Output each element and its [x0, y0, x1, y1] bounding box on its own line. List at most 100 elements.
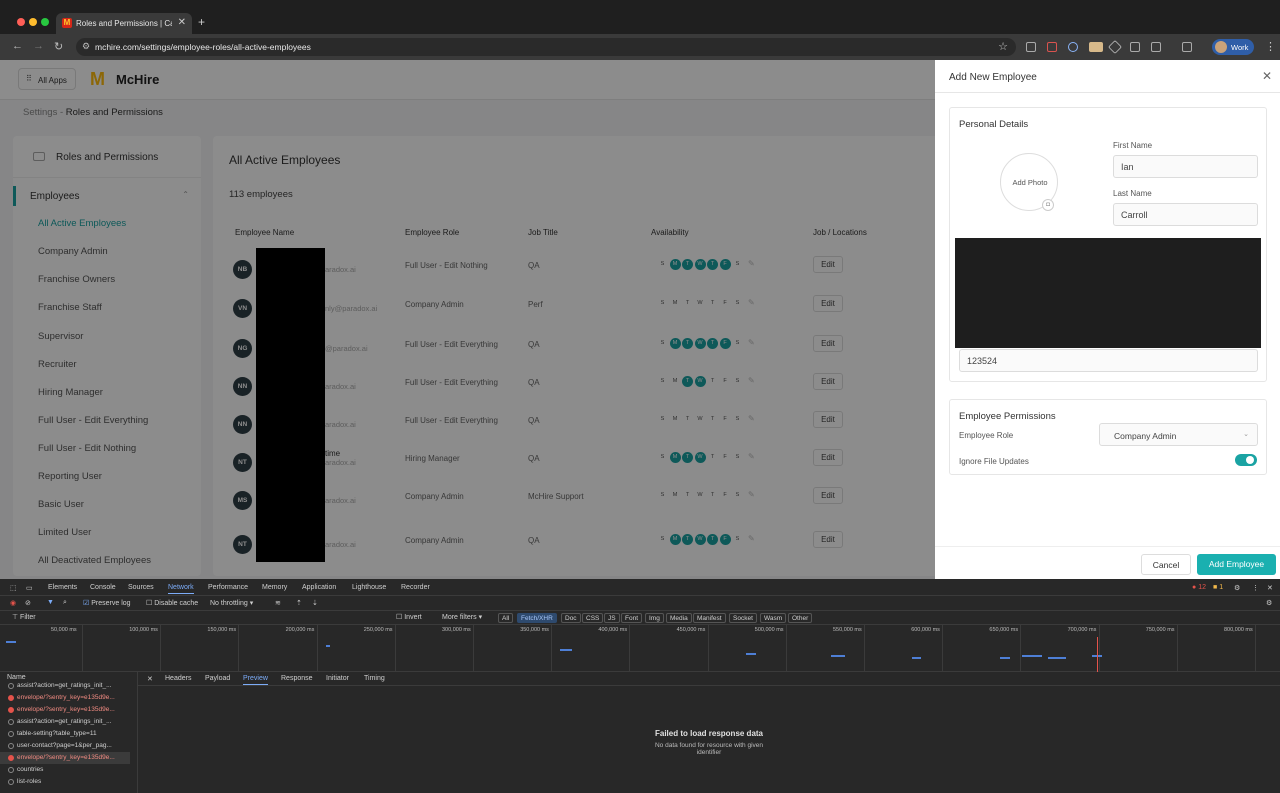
type-filter-button[interactable]: Manifest	[693, 613, 726, 623]
throttling-select[interactable]: No throttling ▾	[210, 599, 253, 607]
invert-checkbox[interactable]: ☐ Invert	[396, 613, 422, 621]
modal-backdrop[interactable]	[0, 60, 935, 579]
ignore-file-updates-toggle[interactable]	[1235, 454, 1257, 466]
puzzle-extensions-icon[interactable]	[1151, 42, 1161, 52]
filter-input[interactable]: ⊤ Filter	[12, 613, 36, 621]
close-devtools-icon[interactable]: ✕	[1267, 584, 1273, 592]
extension-icon[interactable]	[1047, 42, 1057, 52]
request-row[interactable]: envelope/?sentry_key=e135d9e...	[0, 704, 130, 716]
search-icon[interactable]: ⌕	[63, 599, 67, 607]
type-filter-button[interactable]: Wasm	[760, 613, 787, 623]
preserve-log-checkbox[interactable]: ☑ Preserve log	[83, 599, 131, 607]
detail-tab[interactable]: Headers	[165, 675, 191, 682]
site-info-icon[interactable]: ⚙	[82, 41, 90, 52]
reload-icon[interactable]: ↻	[54, 40, 63, 53]
devtools-tab[interactable]: Memory	[262, 584, 287, 591]
network-timeline[interactable]: 50,000 ms 100,000 ms 150,000 ms 200,000 ms 2…	[0, 625, 1280, 672]
devtools-tab[interactable]: Elements	[48, 584, 77, 591]
type-filter-button[interactable]: Img	[645, 613, 664, 623]
warning-count-badge[interactable]: ■ 1	[1213, 584, 1223, 591]
last-name-field[interactable]: Carroll	[1113, 203, 1258, 226]
timeline-tick-label: 700,000 ms	[1067, 627, 1097, 633]
type-filter-button[interactable]: All	[498, 613, 514, 623]
type-filter-button[interactable]: Socket	[729, 613, 757, 623]
network-settings-icon[interactable]: ⚙	[1266, 599, 1272, 607]
type-filter-button[interactable]: JS	[604, 613, 620, 623]
request-row[interactable]: list-roles	[0, 776, 130, 788]
devtools-tab[interactable]: Recorder	[401, 584, 430, 591]
disable-cache-checkbox[interactable]: ☐ Disable cache	[146, 599, 198, 607]
wifi-icon[interactable]: ≋	[275, 599, 281, 607]
cancel-button[interactable]: Cancel	[1141, 554, 1191, 575]
type-filter-button[interactable]: Font	[621, 613, 643, 623]
detail-tab[interactable]: Preview	[243, 675, 268, 685]
password-manager-icon[interactable]	[1068, 42, 1078, 52]
clear-icon[interactable]: ⊘	[25, 599, 31, 607]
close-window-dot[interactable]	[17, 18, 25, 26]
browser-menu-icon[interactable]: ⋮	[1265, 40, 1276, 53]
request-list: Name assist?action=get_ratings_init_... e…	[0, 672, 138, 793]
toggle-knob	[1246, 456, 1254, 464]
request-row[interactable]: countries	[0, 764, 130, 776]
type-filter-button[interactable]: Fetch/XHR	[517, 613, 557, 623]
browser-tab[interactable]: M Roles and Permissions | Cand ✕	[56, 13, 192, 34]
close-tab-icon[interactable]: ✕	[178, 17, 186, 28]
settings-gear-icon[interactable]: ⚙	[1234, 584, 1240, 592]
request-row[interactable]: table-setting?table_type=11	[0, 728, 130, 740]
filter-icon[interactable]: ▼	[47, 599, 54, 606]
timeline-tick-label: 400,000 ms	[598, 627, 628, 633]
more-filters-dropdown[interactable]: More filters ▾	[442, 613, 482, 621]
request-row[interactable]: envelope/?sentry_key=e135d9e...	[0, 692, 130, 704]
devtools-tab[interactable]: Performance	[208, 584, 248, 591]
employee-id-field[interactable]: 123524	[959, 349, 1258, 372]
devtools-tab[interactable]: Sources	[128, 584, 154, 591]
detail-tab[interactable]: Payload	[205, 675, 230, 682]
first-name-field[interactable]: Ian	[1113, 155, 1258, 178]
extension-icon[interactable]	[1107, 39, 1123, 55]
section-title: Employee Permissions	[959, 411, 1056, 422]
download-icon[interactable]: ⇣	[312, 599, 318, 607]
close-detail-icon[interactable]: ✕	[147, 675, 153, 683]
more-options-icon[interactable]: ⋮	[1252, 584, 1259, 592]
type-filter-button[interactable]: Other	[788, 613, 813, 623]
devtools-tab[interactable]: Application	[302, 584, 336, 591]
devtools-tab[interactable]: Network	[168, 584, 194, 594]
request-row[interactable]: assist?action=get_ratings_init_...	[0, 716, 130, 728]
minimize-window-dot[interactable]	[29, 18, 37, 26]
inspect-element-icon[interactable]: ⬚	[10, 584, 17, 592]
type-filter-button[interactable]: CSS	[582, 613, 604, 623]
request-row[interactable]: user-contact?page=1&per_pag...	[0, 740, 130, 752]
url-bar[interactable]: ⚙ mchire.com/settings/employee-roles/all…	[76, 38, 1016, 56]
forward-icon[interactable]: →	[33, 40, 44, 52]
detail-tab[interactable]: Initiator	[326, 675, 349, 682]
extension-icon[interactable]	[1130, 42, 1140, 52]
error-icon	[8, 755, 14, 761]
maximize-window-dot[interactable]	[41, 18, 49, 26]
profile-button[interactable]: Work	[1212, 39, 1254, 55]
device-toggle-icon[interactable]: ▭	[26, 584, 33, 592]
extension-icon[interactable]	[1089, 42, 1103, 52]
type-filter-button[interactable]: Media	[666, 613, 692, 623]
upload-icon[interactable]: ⇡	[296, 599, 302, 607]
employee-role-select[interactable]: Company Admin ⌄	[1099, 423, 1258, 446]
add-photo-button[interactable]: Add Photo ◘	[1000, 153, 1058, 211]
close-icon[interactable]: ✕	[1262, 69, 1272, 83]
type-filter-button[interactable]: Doc	[561, 613, 581, 623]
side-panel-icon[interactable]	[1182, 42, 1192, 52]
add-employee-button[interactable]: Add Employee	[1197, 554, 1276, 575]
extension-icon[interactable]	[1026, 42, 1036, 52]
bookmark-star-icon[interactable]: ☆	[998, 40, 1008, 53]
detail-tab[interactable]: Timing	[364, 675, 385, 682]
devtools-tab[interactable]: Lighthouse	[352, 584, 386, 591]
request-row[interactable]: assist?action=get_ratings_init_...	[0, 680, 130, 692]
back-icon[interactable]: ←	[12, 40, 23, 52]
error-count-badge[interactable]: ● 12	[1192, 584, 1206, 591]
devtools-tab[interactable]: Console	[90, 584, 116, 591]
timeline-gridline	[160, 625, 162, 672]
timeline-gridline	[629, 625, 631, 672]
request-row[interactable]: envelope/?sentry_key=e135d9e...	[0, 752, 130, 764]
new-tab-button[interactable]: +	[198, 15, 205, 29]
timeline-tick-label: 550,000 ms	[833, 627, 862, 633]
detail-tab[interactable]: Response	[281, 675, 313, 682]
record-icon[interactable]: ◉	[10, 599, 16, 607]
